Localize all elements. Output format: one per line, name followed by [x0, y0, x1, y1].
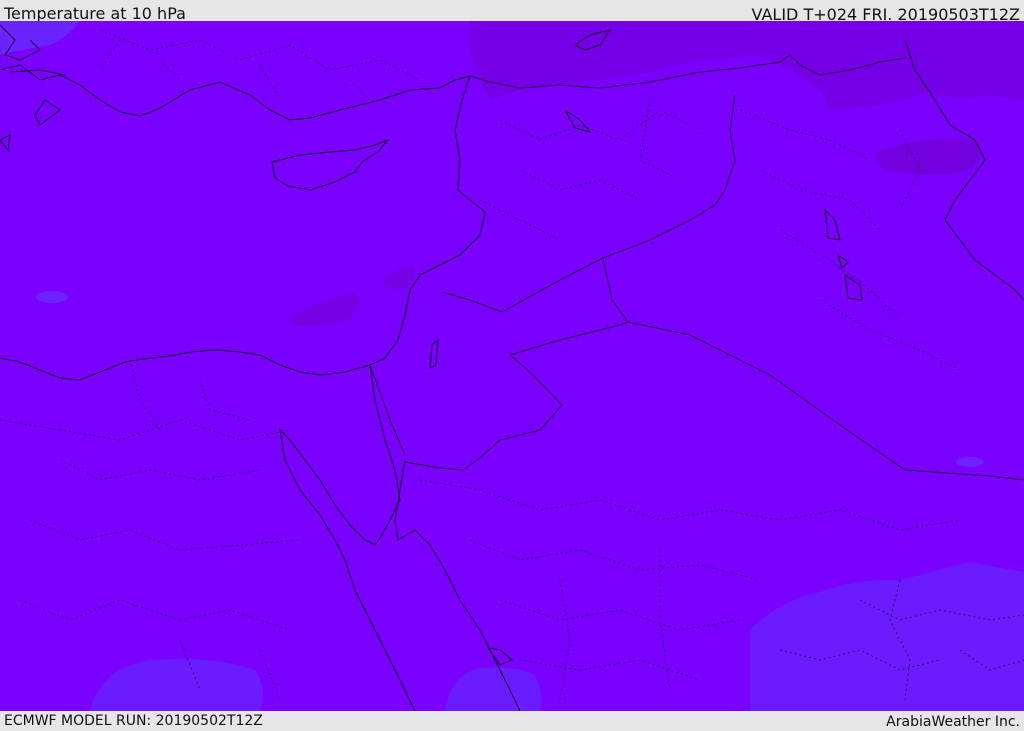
- temperature-map: [0, 21, 1024, 711]
- credit-label: ArabiaWeather Inc.: [886, 714, 1020, 730]
- map-header: Temperature at 10 hPa VALID T+024 FRI. 2…: [0, 0, 1024, 24]
- temperature-field-small-cool: [36, 291, 68, 303]
- temperature-field-east-small-cool: [956, 457, 984, 467]
- model-run-label: ECMWF MODEL RUN: 20190502T12Z: [4, 713, 263, 729]
- map-footer: ECMWF MODEL RUN: 20190502T12Z ArabiaWeat…: [0, 711, 1024, 730]
